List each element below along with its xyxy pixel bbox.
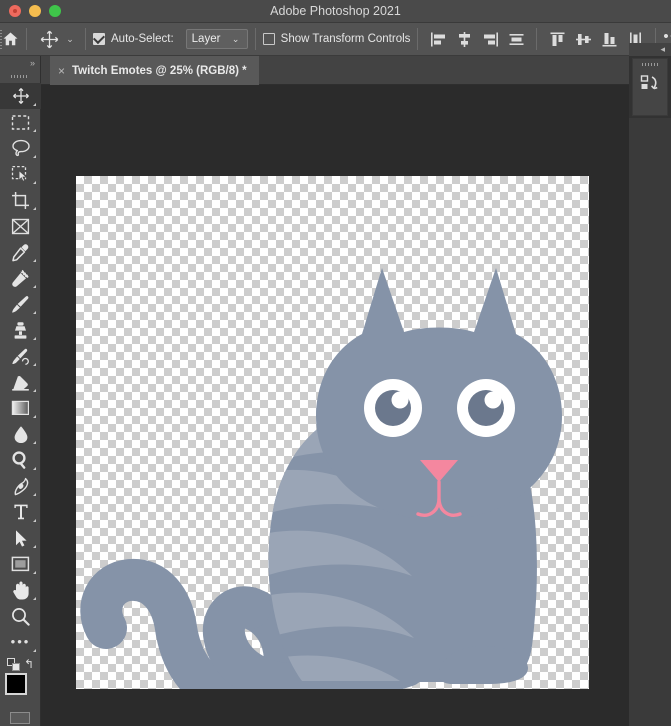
sidebar-item-hand-tool[interactable] <box>0 577 41 603</box>
swap-colors-icon[interactable]: ↰ <box>24 657 34 671</box>
history-panel-icon[interactable] <box>633 70 667 95</box>
artboard-canvas[interactable] <box>76 176 589 689</box>
tools-expand-button[interactable]: » <box>0 56 40 70</box>
sidebar-item-eyedropper-tool[interactable] <box>0 239 41 265</box>
document-tab-strip: × Twitch Emotes @ 25% (RGB/8) * <box>41 56 629 85</box>
auto-select-value: Layer <box>191 33 221 45</box>
sidebar-item-clone-stamp-tool[interactable] <box>0 317 41 343</box>
auto-select-checkbox[interactable] <box>93 33 105 45</box>
auto-select-label: Auto-Select: <box>111 33 174 45</box>
divider <box>26 28 27 50</box>
divider <box>417 28 419 50</box>
divider <box>85 28 86 50</box>
distribute-horizontally-button[interactable] <box>503 26 529 52</box>
sidebar-item-history-brush-tool[interactable] <box>0 343 41 369</box>
document-tab[interactable]: × Twitch Emotes @ 25% (RGB/8) * <box>50 56 259 85</box>
more-tools-label: ••• <box>10 634 31 649</box>
sidebar-item-rectangular-marquee-tool[interactable] <box>0 109 41 135</box>
sidebar-item-zoom-tool[interactable] <box>0 603 41 629</box>
sidebar-item-rectangle-tool[interactable] <box>0 551 41 577</box>
sidebar-item-brush-tool[interactable] <box>0 291 41 317</box>
color-swatches: ↰ <box>0 657 40 703</box>
right-panel-column: ◂ <box>629 43 671 726</box>
align-buttons-group <box>425 26 529 52</box>
cat-illustration <box>80 268 562 689</box>
sidebar-item-gradient-tool[interactable] <box>0 395 41 421</box>
more-tools-button[interactable]: ••• <box>0 629 41 655</box>
tool-preset-caret[interactable]: ⌄ <box>64 34 76 44</box>
align-vertical-centers-button[interactable] <box>570 26 596 52</box>
show-transform-controls-label: Show Transform Controls <box>280 33 411 45</box>
divider <box>536 28 538 50</box>
auto-select-row: Auto-Select: Layer ⌄ <box>93 29 248 49</box>
align-bottom-edges-button[interactable] <box>596 26 622 52</box>
right-panel-grip[interactable] <box>633 59 667 70</box>
close-icon[interactable]: × <box>58 65 65 77</box>
active-tool-chip[interactable]: ⌄ <box>34 27 78 51</box>
align-right-edges-button[interactable] <box>477 26 503 52</box>
sidebar-item-lasso-tool[interactable] <box>0 135 41 161</box>
move-tool-icon <box>36 27 62 51</box>
flyout-indicator <box>33 103 36 106</box>
quick-mask-button[interactable] <box>10 712 30 724</box>
sidebar-item-object-selection-tool[interactable] <box>0 161 41 187</box>
window-title: Adobe Photoshop 2021 <box>270 4 401 18</box>
sidebar-item-frame-tool[interactable] <box>0 213 41 239</box>
swatch-icons: ↰ <box>0 657 40 672</box>
home-icon[interactable] <box>2 26 19 52</box>
sidebar-item-dodge-tool[interactable] <box>0 447 41 473</box>
sidebar-item-spot-healing-brush-tool[interactable] <box>0 265 41 291</box>
chevron-down-icon: ⌄ <box>231 33 240 44</box>
document-tab-title: Twitch Emotes @ 25% (RGB/8) * <box>72 64 247 77</box>
sidebar-item-blur-tool[interactable] <box>0 421 41 447</box>
align-left-edges-button[interactable] <box>425 26 451 52</box>
sidebar-item-pen-tool[interactable] <box>0 473 41 499</box>
show-transform-controls-checkbox[interactable] <box>262 33 275 45</box>
photoshop-window: Adobe Photoshop 2021 ⌄ Auto-Select: Laye… <box>0 0 671 726</box>
right-panel-body <box>629 118 671 726</box>
divider <box>254 28 256 50</box>
align-top-edges-button[interactable] <box>544 26 570 52</box>
show-transform-controls-row: Show Transform Controls <box>262 33 411 45</box>
sidebar-item-type-tool[interactable] <box>0 499 41 525</box>
history-panel-tab[interactable] <box>632 58 668 116</box>
tools-panel-grip[interactable] <box>0 70 40 83</box>
sidebar-item-eraser-tool[interactable] <box>0 369 41 395</box>
title-bar: Adobe Photoshop 2021 <box>0 0 671 23</box>
foreground-color-swatch[interactable] <box>5 673 27 695</box>
auto-select-dropdown[interactable]: Layer ⌄ <box>185 29 248 49</box>
options-bar: ⌄ Auto-Select: Layer ⌄ Show Transform Co… <box>0 23 671 56</box>
sidebar-item-path-selection-tool[interactable] <box>0 525 41 551</box>
align-horizontal-centers-button[interactable] <box>451 26 477 52</box>
default-colors-icon[interactable] <box>7 658 20 671</box>
sidebar-item-crop-tool[interactable] <box>0 187 41 213</box>
document-canvas-area[interactable] <box>41 85 629 726</box>
sidebar-item-move-tool[interactable] <box>0 83 41 109</box>
tools-panel: » ••• ↰ <box>0 56 41 726</box>
collapse-panel-icon[interactable]: ◂ <box>660 44 665 55</box>
